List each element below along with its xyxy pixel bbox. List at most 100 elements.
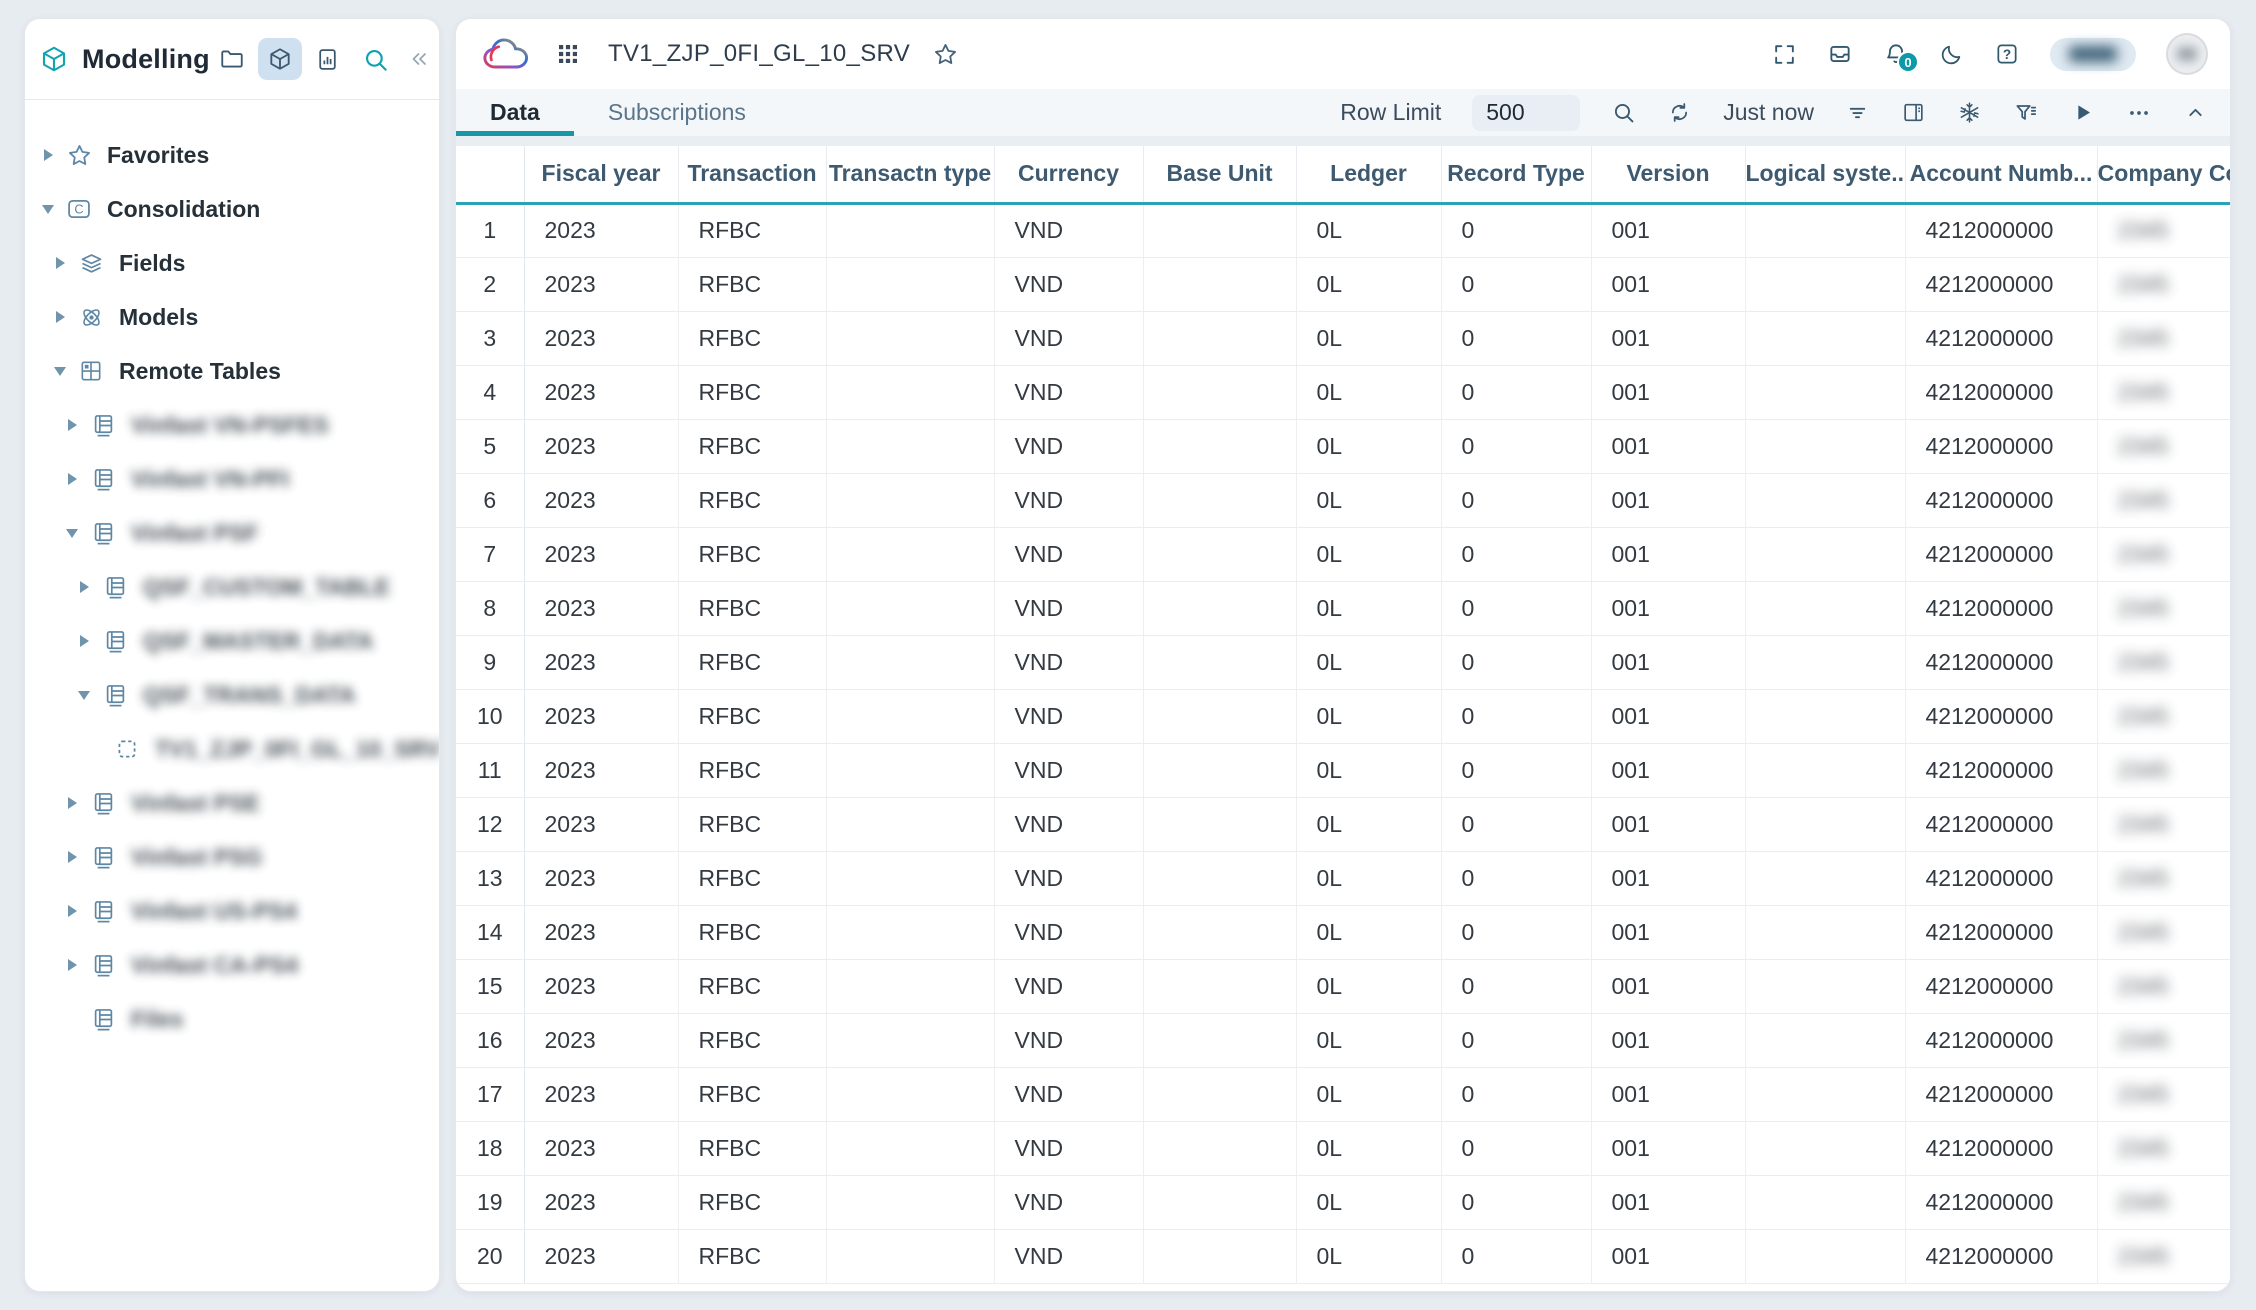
tree-item-tv1-zjp-0fi-gl-10-srv[interactable]: TV1_ZJP_0FI_GL_10_SRV — [25, 722, 439, 776]
collapse-toolbar-button[interactable] — [2183, 100, 2208, 125]
chevron-down-icon[interactable] — [59, 529, 85, 538]
reports-button[interactable] — [306, 38, 350, 80]
column-header-currency[interactable]: Currency — [994, 146, 1143, 203]
table-cell: 2345 — [2097, 581, 2230, 635]
chevron-right-icon[interactable] — [59, 797, 85, 809]
filter-button[interactable] — [2013, 100, 2039, 126]
user-avatar[interactable] — [2166, 33, 2208, 75]
run-play-icon — [2070, 100, 2095, 125]
repository-folder-button[interactable] — [210, 38, 254, 80]
chevron-right-icon[interactable] — [47, 257, 73, 269]
tab-subscriptions[interactable]: Subscriptions — [574, 89, 780, 136]
sort-button[interactable] — [1845, 100, 1870, 125]
table-cell: 2345 — [2097, 473, 2230, 527]
tree-item-vinfast-us-ps4[interactable]: Vinfast US-PS4 — [25, 884, 439, 938]
tree-item-files[interactable]: Files — [25, 992, 439, 1046]
sidebar-title: Modelling — [82, 44, 210, 75]
chevron-right-icon[interactable] — [59, 905, 85, 917]
dark-mode-button[interactable] — [1939, 42, 1964, 67]
tree-item-qsf-custom-table[interactable]: QSF_CUSTOM_TABLE — [25, 560, 439, 614]
column-header-company-code[interactable]: Company Code — [2097, 146, 2230, 203]
modelling-view-button[interactable] — [258, 38, 302, 80]
column-header-version[interactable]: Version — [1591, 146, 1745, 203]
tree-item-vinfast-vn-pfi[interactable]: Vinfast VN-PFI — [25, 452, 439, 506]
table-cell: 0 — [1441, 1067, 1591, 1121]
tree-item-label: TV1_ZJP_0FI_GL_10_SRV — [155, 736, 440, 763]
tree-item-fields[interactable]: Fields — [25, 236, 439, 290]
table-cell: 0L — [1296, 365, 1441, 419]
chevron-down-icon[interactable] — [35, 205, 61, 214]
table-cell: 2345 — [2097, 959, 2230, 1013]
tree-item-vinfast-ca-ps4[interactable]: Vinfast CA-PS4 — [25, 938, 439, 992]
tree-item-vinfast-psg[interactable]: Vinfast PSG — [25, 830, 439, 884]
column-header-account-numb-[interactable]: Account Numb... — [1905, 146, 2097, 203]
column-header-transaction[interactable]: Transaction — [678, 146, 826, 203]
chevron-down-icon[interactable] — [71, 691, 97, 700]
tree-item-qsf-trans-data[interactable]: QSF_TRANS_DATA — [25, 668, 439, 722]
tree-item-remote-tables[interactable]: Remote Tables — [25, 344, 439, 398]
table-row: 202023RFBCVND0L000142120000002345 — [456, 1229, 2230, 1283]
freeze-button[interactable] — [1957, 100, 1982, 125]
tenant-badge[interactable] — [2050, 38, 2136, 71]
app-launcher-button[interactable] — [556, 42, 580, 66]
row-limit-input[interactable] — [1472, 95, 1580, 131]
fullscreen-button[interactable] — [1772, 42, 1797, 67]
chevron-right-icon[interactable] — [59, 473, 85, 485]
tree-item-consolidation[interactable]: CConsolidation — [25, 182, 439, 236]
table-row: 22023RFBCVND0L000142120000002345 — [456, 257, 2230, 311]
details-panel-button[interactable] — [1901, 100, 1926, 125]
table-cell — [1745, 311, 1905, 365]
help-button[interactable]: ? — [1994, 41, 2020, 67]
table-cell: 001 — [1591, 581, 1745, 635]
column-header-record-type[interactable]: Record Type — [1441, 146, 1591, 203]
column-header-logical-syste-[interactable]: Logical syste... — [1745, 146, 1905, 203]
collapse-sidebar-button[interactable] — [402, 38, 436, 80]
table-cell — [1143, 689, 1296, 743]
column-header-fiscal-year[interactable]: Fiscal year — [524, 146, 678, 203]
search-button[interactable] — [354, 38, 398, 80]
table-cell — [1745, 419, 1905, 473]
more-actions-button[interactable] — [2126, 100, 2152, 126]
inbox-button[interactable] — [1827, 41, 1853, 67]
redacted-company-code: 2345 — [2118, 541, 2169, 567]
table-icon — [89, 519, 117, 547]
tree-item-qsf-master-data[interactable]: QSF_MASTER_DATA — [25, 614, 439, 668]
remote-tables-icon — [77, 357, 105, 385]
refresh-button[interactable] — [1667, 100, 1692, 125]
tree-item-favorites[interactable]: Favorites — [25, 128, 439, 182]
star-icon — [932, 41, 959, 68]
chevron-right-icon[interactable] — [71, 581, 97, 593]
chevron-right-icon[interactable] — [59, 851, 85, 863]
table-cell: 2023 — [524, 635, 678, 689]
table-cell: VND — [994, 797, 1143, 851]
tree-item-vinfast-pse[interactable]: Vinfast PSE — [25, 776, 439, 830]
table-cell — [826, 257, 994, 311]
chevron-right-icon[interactable] — [47, 311, 73, 323]
table-cell: 2345 — [2097, 257, 2230, 311]
column-header-transactn-type[interactable]: Transactn type — [826, 146, 994, 203]
chevron-down-icon[interactable] — [47, 367, 73, 376]
chevron-right-icon[interactable] — [35, 149, 61, 161]
table-cell: 4212000000 — [1905, 419, 2097, 473]
tree-item-vinfast-vn-psfes[interactable]: Vinfast VN-PSFES — [25, 398, 439, 452]
tree-item-vinfast-psf[interactable]: Vinfast PSF — [25, 506, 439, 560]
chevron-right-icon[interactable] — [59, 959, 85, 971]
redacted-company-code: 2345 — [2118, 379, 2169, 405]
table-cell: RFBC — [678, 1175, 826, 1229]
search-data-button[interactable] — [1611, 100, 1636, 125]
tab-data[interactable]: Data — [456, 89, 574, 136]
table-cell: 0L — [1296, 851, 1441, 905]
favorite-star-button[interactable] — [932, 41, 959, 68]
table-cell: 0L — [1296, 257, 1441, 311]
table-cell: VND — [994, 1229, 1143, 1283]
run-button[interactable] — [2070, 100, 2095, 125]
tree-item-models[interactable]: Models — [25, 290, 439, 344]
c-badge-icon: C — [65, 195, 93, 223]
column-header-ledger[interactable]: Ledger — [1296, 146, 1441, 203]
chevron-right-icon[interactable] — [59, 419, 85, 431]
chevron-right-icon[interactable] — [71, 635, 97, 647]
notifications-button[interactable]: 0 — [1883, 41, 1909, 67]
column-header-base-unit[interactable]: Base Unit — [1143, 146, 1296, 203]
row-number: 2 — [456, 257, 524, 311]
table-cell: 4212000000 — [1905, 527, 2097, 581]
